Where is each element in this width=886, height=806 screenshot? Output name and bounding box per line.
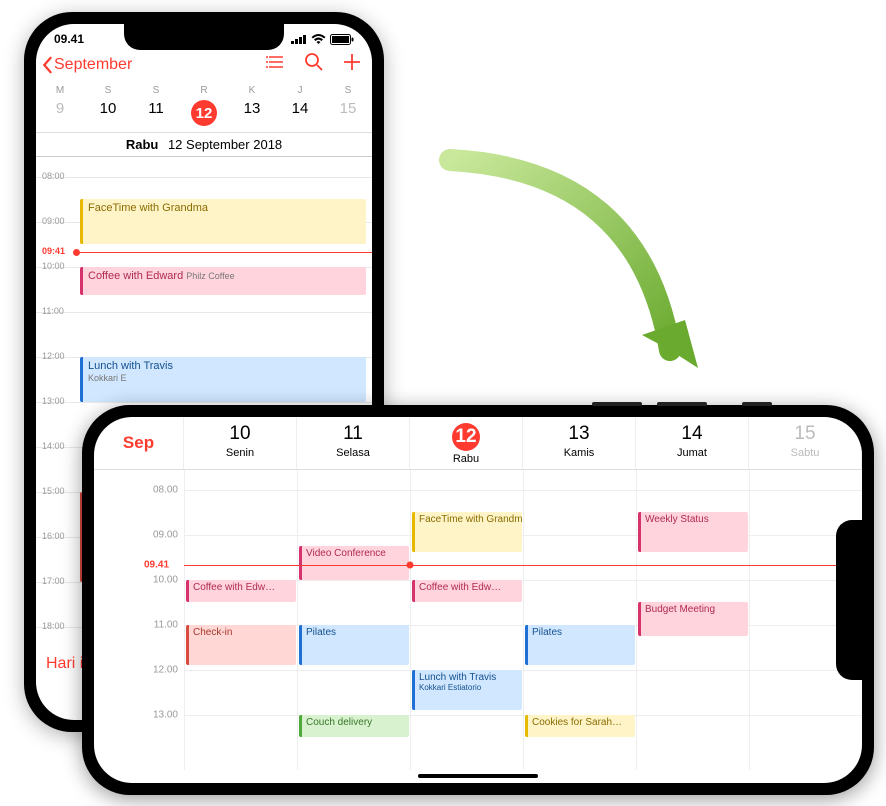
cellular-signal-icon bbox=[291, 34, 307, 44]
weekday-abbr: S bbox=[324, 85, 372, 96]
week-col-thu: Pilates Cookies for Sarah… bbox=[523, 470, 636, 770]
day-number[interactable]: 11 bbox=[132, 100, 180, 126]
event-lunch-travis[interactable]: Lunch with TravisKokkari Estiatorio bbox=[412, 670, 522, 710]
hour-label: 15:00 bbox=[42, 486, 65, 496]
search-button[interactable] bbox=[304, 52, 324, 77]
hour-label: 12.00 bbox=[153, 665, 178, 676]
current-time-label: 09.41 bbox=[144, 560, 169, 571]
event-facetime[interactable]: FaceTime with Grandma bbox=[412, 512, 522, 552]
side-button bbox=[657, 402, 707, 406]
week-column-header-today[interactable]: 12Rabu bbox=[410, 417, 523, 469]
hour-label: 09:00 bbox=[42, 216, 65, 226]
weekday-abbr: J bbox=[276, 85, 324, 96]
current-time-line bbox=[184, 565, 862, 566]
week-col-wed: FaceTime with Grandma Coffee with Edw… L… bbox=[410, 470, 523, 770]
home-indicator[interactable] bbox=[418, 774, 538, 778]
back-button[interactable]: September bbox=[40, 56, 132, 74]
hour-label: 13.00 bbox=[153, 710, 178, 721]
weekday-abbr: S bbox=[84, 85, 132, 96]
event-couch-delivery[interactable]: Couch delivery bbox=[299, 715, 409, 737]
week-col-fri: Weekly Status Budget Meeting bbox=[636, 470, 749, 770]
event-pilates-tue[interactable]: Pilates bbox=[299, 625, 409, 665]
event-checkin[interactable]: Check-in bbox=[186, 625, 296, 665]
back-label: September bbox=[54, 56, 132, 74]
event-weekly-status[interactable]: Weekly Status bbox=[638, 512, 748, 552]
current-time-line bbox=[76, 252, 372, 253]
hour-label: 10.00 bbox=[153, 575, 178, 586]
week-col-tue: Video Conference Pilates Couch delivery bbox=[297, 470, 410, 770]
week-agenda-grid[interactable]: 08.00 09.00 10.00 11.00 12.00 13.00 09.4… bbox=[94, 470, 862, 770]
day-number[interactable]: 14 bbox=[276, 100, 324, 126]
week-time-gutter: 08.00 09.00 10.00 11.00 12.00 13.00 bbox=[94, 470, 184, 770]
rotation-arrow-icon bbox=[380, 140, 740, 440]
side-button bbox=[742, 402, 772, 406]
weekday-abbr: M bbox=[36, 85, 84, 96]
side-button bbox=[592, 402, 642, 406]
month-abbr-button[interactable]: Sep bbox=[94, 417, 184, 469]
list-view-button[interactable] bbox=[266, 52, 286, 77]
landscape-screen: Sep 10Senin 11Selasa 12Rabu 13Kamis 14Ju… bbox=[94, 417, 862, 783]
event-video-conference[interactable]: Video Conference bbox=[299, 546, 409, 580]
day-number[interactable]: 13 bbox=[228, 100, 276, 126]
hour-label: 09.00 bbox=[153, 530, 178, 541]
day-number[interactable]: 9 bbox=[36, 100, 84, 126]
day-number[interactable]: 10 bbox=[84, 100, 132, 126]
hour-label: 13:00 bbox=[42, 396, 65, 406]
hour-label: 11.00 bbox=[154, 620, 178, 631]
hour-label: 08:00 bbox=[42, 171, 65, 181]
day-number[interactable]: 15 bbox=[324, 100, 372, 126]
notch bbox=[124, 24, 284, 50]
day-number-row: 9 10 11 12 13 14 15 bbox=[36, 96, 372, 133]
hour-label: 10:00 bbox=[42, 261, 65, 271]
day-number-today[interactable]: 12 bbox=[180, 100, 228, 126]
add-event-button[interactable] bbox=[342, 52, 362, 77]
week-column-header[interactable]: 15Sabtu bbox=[749, 417, 862, 469]
wifi-icon bbox=[311, 34, 326, 45]
week-header-row: Sep 10Senin 11Selasa 12Rabu 13Kamis 14Ju… bbox=[94, 417, 862, 470]
nav-bar: September bbox=[36, 48, 372, 81]
current-time-label: 09:41 bbox=[42, 246, 65, 256]
week-column-header[interactable]: 10Senin bbox=[184, 417, 297, 469]
event-cookies[interactable]: Cookies for Sarah… bbox=[525, 715, 635, 737]
hour-label: 14:00 bbox=[42, 441, 65, 451]
hour-label: 08.00 bbox=[153, 485, 178, 496]
search-icon bbox=[304, 52, 324, 72]
selected-date-heading: Rabu 12 September 2018 bbox=[36, 133, 372, 157]
current-time-dot bbox=[73, 249, 80, 256]
weekday-header-row: M S S R K J S bbox=[36, 81, 372, 96]
hour-label: 16:00 bbox=[42, 531, 65, 541]
event-lunch[interactable]: Lunch with TravisKokkari E bbox=[80, 357, 366, 402]
event-facetime[interactable]: FaceTime with Grandma bbox=[80, 199, 366, 244]
week-column-header[interactable]: 13Kamis bbox=[523, 417, 636, 469]
week-column-header[interactable]: 11Selasa bbox=[297, 417, 410, 469]
hour-label: 11:00 bbox=[42, 306, 64, 316]
hour-label: 18:00 bbox=[42, 621, 65, 631]
event-coffee-wed[interactable]: Coffee with Edw… bbox=[412, 580, 522, 602]
week-column-header[interactable]: 14Jumat bbox=[636, 417, 749, 469]
hour-label: 12:00 bbox=[42, 351, 65, 361]
chevron-left-icon bbox=[40, 56, 54, 74]
battery-icon bbox=[330, 34, 354, 45]
current-time-dot bbox=[407, 562, 414, 569]
weekday-abbr: R bbox=[180, 85, 228, 96]
plus-icon bbox=[342, 52, 362, 72]
notch bbox=[836, 520, 862, 680]
status-time: 09.41 bbox=[54, 32, 84, 46]
event-coffee-mon[interactable]: Coffee with Edw… bbox=[186, 580, 296, 602]
event-budget-meeting[interactable]: Budget Meeting bbox=[638, 602, 748, 636]
hour-label: 17:00 bbox=[42, 576, 65, 586]
phone-landscape-frame: Sep 10Senin 11Selasa 12Rabu 13Kamis 14Ju… bbox=[82, 405, 874, 795]
weekday-abbr: S bbox=[132, 85, 180, 96]
weekday-abbr: K bbox=[228, 85, 276, 96]
event-coffee[interactable]: Coffee with Edward Philz Coffee bbox=[80, 267, 366, 295]
week-col-mon: Coffee with Edw… Check-in bbox=[184, 470, 297, 770]
event-pilates-thu[interactable]: Pilates bbox=[525, 625, 635, 665]
